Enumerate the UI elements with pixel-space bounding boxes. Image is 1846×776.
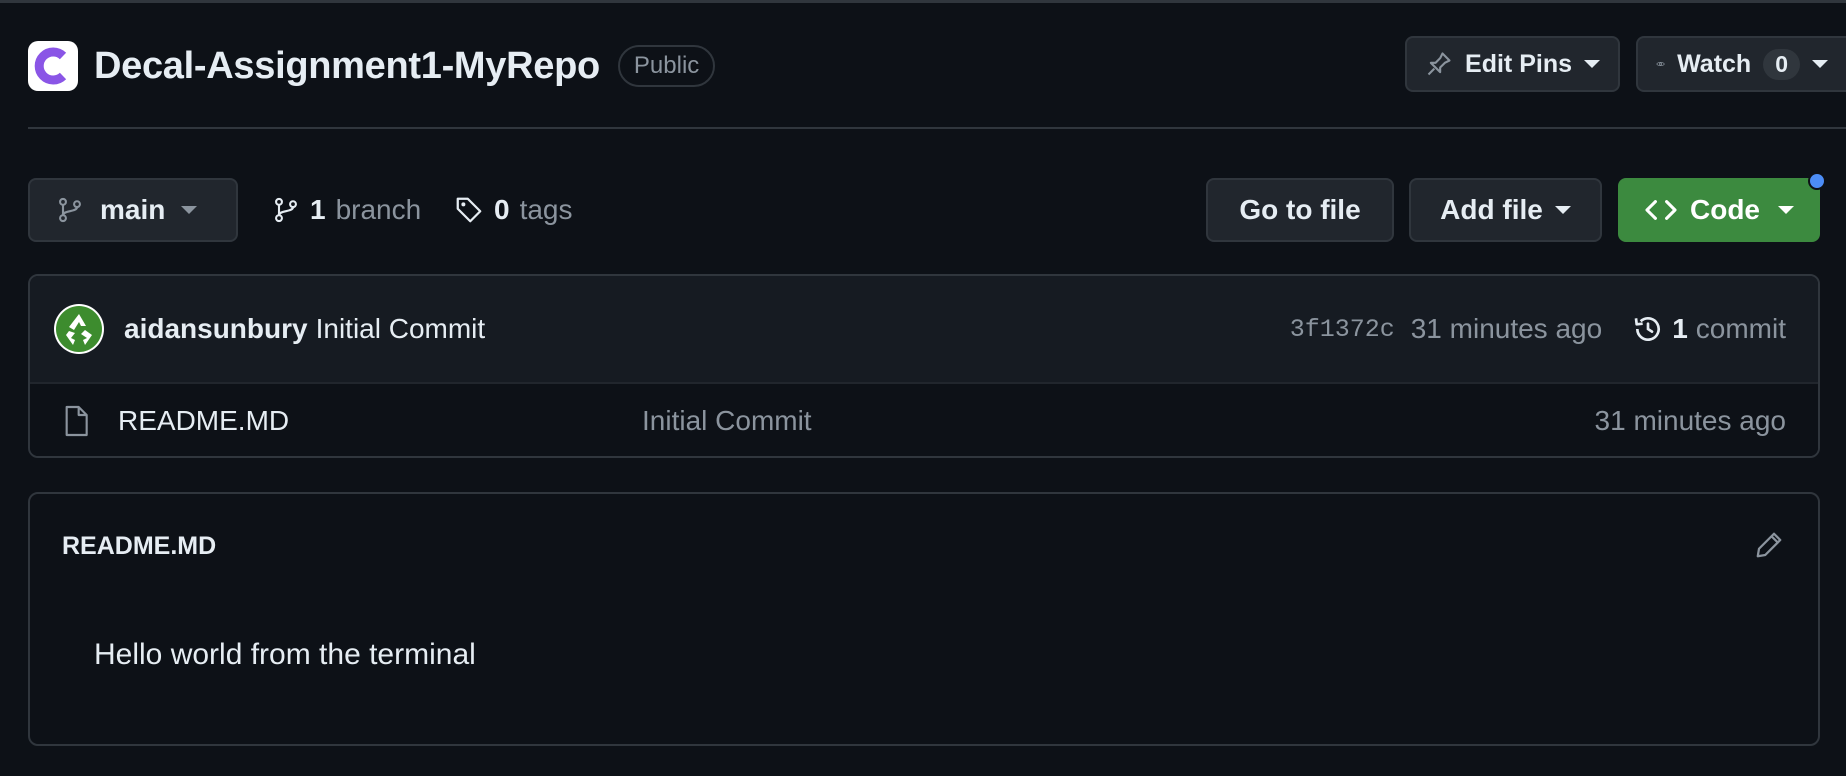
watch-button[interactable]: Watch 0 bbox=[1636, 36, 1846, 92]
readme-title[interactable]: README.MD bbox=[62, 532, 216, 561]
repo-title[interactable]: Decal-Assignment1-MyRepo bbox=[94, 45, 600, 88]
code-label: Code bbox=[1690, 194, 1760, 225]
commit-message[interactable]: Initial Commit bbox=[316, 313, 486, 345]
tags-link[interactable]: 0 tags bbox=[454, 178, 573, 242]
go-to-file-label: Go to file bbox=[1239, 194, 1361, 225]
branch-selector[interactable]: main bbox=[28, 178, 238, 242]
branches-link[interactable]: 1 branch bbox=[272, 178, 421, 242]
top-border bbox=[0, 0, 1846, 3]
visibility-badge: Public bbox=[617, 45, 716, 87]
pin-icon bbox=[1427, 52, 1451, 76]
tag-icon bbox=[456, 197, 482, 223]
branch-count: 1 bbox=[310, 194, 326, 225]
file-name[interactable]: README.MD bbox=[118, 405, 289, 437]
notification-dot bbox=[1808, 172, 1826, 190]
commit-sha[interactable]: 3f1372c bbox=[1290, 315, 1395, 344]
watch-label: Watch bbox=[1677, 49, 1752, 78]
pencil-icon bbox=[1756, 532, 1782, 558]
current-branch: main bbox=[100, 194, 166, 225]
commit-time: 31 minutes ago bbox=[1410, 313, 1603, 344]
latest-commit-row: aidansunbury Initial Commit 3f1372c 31 m… bbox=[30, 276, 1818, 384]
file-browser: aidansunbury Initial Commit 3f1372c 31 m… bbox=[28, 274, 1820, 458]
file-icon bbox=[65, 405, 88, 437]
file-commit-message[interactable]: Initial Commit bbox=[642, 405, 812, 437]
header-divider bbox=[28, 127, 1846, 129]
edit-readme-button[interactable] bbox=[1754, 530, 1784, 565]
recycle-avatar-icon bbox=[56, 306, 102, 352]
readme-content: Hello world from the terminal bbox=[94, 638, 476, 671]
watch-count: 0 bbox=[1763, 48, 1800, 80]
commit-count: 1 bbox=[1672, 313, 1688, 344]
code-button[interactable]: Code bbox=[1618, 172, 1826, 242]
branch-bar: main 1 branch 0 tags Go to file Add file… bbox=[28, 172, 1826, 242]
commit-author[interactable]: aidansunbury bbox=[124, 313, 308, 345]
commit-count-label: commit bbox=[1695, 313, 1786, 344]
file-row[interactable]: README.MD Initial Commit 31 minutes ago bbox=[30, 384, 1818, 456]
logo-c-icon bbox=[34, 47, 67, 85]
add-file-button[interactable]: Add file bbox=[1409, 178, 1602, 242]
edit-pins-label: Edit Pins bbox=[1465, 49, 1572, 78]
tag-count: 0 bbox=[494, 194, 510, 225]
git-branch-icon bbox=[59, 197, 81, 223]
commit-history-link[interactable]: 1 commit bbox=[1632, 313, 1786, 345]
file-commit-time: 31 minutes ago bbox=[1594, 405, 1786, 436]
add-file-label: Add file bbox=[1440, 194, 1543, 225]
history-icon bbox=[1634, 317, 1661, 341]
avatar[interactable] bbox=[54, 304, 104, 354]
go-to-file-button[interactable]: Go to file bbox=[1206, 178, 1394, 242]
readme-panel: README.MD Hello world from the terminal bbox=[28, 492, 1820, 746]
chevron-down-icon bbox=[1554, 206, 1571, 214]
code-icon bbox=[1645, 200, 1677, 220]
git-branch-icon bbox=[275, 197, 297, 223]
header-actions: Edit Pins Watch 0 bbox=[1405, 36, 1846, 92]
repo-logo[interactable] bbox=[28, 41, 78, 91]
chevron-down-icon bbox=[1812, 60, 1828, 68]
edit-pins-button[interactable]: Edit Pins bbox=[1405, 36, 1620, 92]
chevron-down-icon bbox=[1584, 60, 1600, 68]
repo-header: Decal-Assignment1-MyRepo Public bbox=[28, 40, 716, 92]
chevron-down-icon bbox=[181, 206, 198, 214]
chevron-down-icon bbox=[1778, 206, 1794, 214]
branch-label: branch bbox=[335, 194, 422, 225]
eye-icon bbox=[1656, 61, 1665, 67]
tag-label: tags bbox=[519, 194, 573, 225]
